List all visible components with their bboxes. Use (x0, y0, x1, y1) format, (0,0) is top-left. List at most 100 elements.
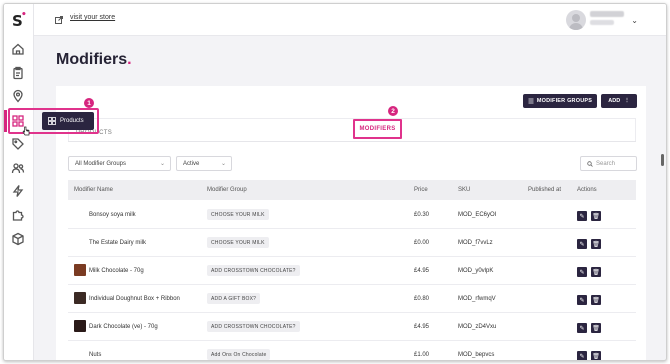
modifier-groups-button[interactable]: MODIFIER GROUPS (523, 94, 597, 108)
trash-icon[interactable]: 🗑 (591, 295, 601, 305)
modifier-sku: MOD_EC6yOI (458, 212, 497, 218)
tabs-container (68, 118, 636, 142)
edit-icon[interactable]: ✎ (577, 295, 587, 305)
user-name-blurred (590, 11, 624, 17)
modifier-group-tag: ADD CROSSTOWN CHOCOLATE? (207, 265, 300, 276)
status-filter[interactable]: Active ⌄ (176, 156, 232, 171)
users-icon[interactable] (11, 161, 25, 175)
modifier-name: The Estate Dairy milk (89, 240, 147, 246)
modifier-sku: MOD_rfwmqV (458, 296, 496, 302)
modifier-sku: MOD_f7vvLz (458, 240, 493, 246)
page-title: Modifiers. (56, 51, 132, 69)
scrollbar[interactable] (661, 154, 664, 166)
search-placeholder: Search (596, 160, 616, 167)
edit-icon[interactable]: ✎ (577, 267, 587, 277)
products-tooltip: Products (42, 112, 94, 130)
step-badge-1: 1 (84, 98, 94, 108)
cube-icon[interactable] (11, 232, 25, 246)
trash-icon[interactable]: 🗑 (591, 267, 601, 277)
modifier-price: £4.95 (414, 324, 430, 330)
sidebar: S • (4, 4, 34, 360)
modifier-sku: MOD_y0vlpK (458, 268, 494, 274)
edit-icon[interactable]: ✎ (577, 323, 587, 333)
more-vertical-icon: ⋮ (624, 98, 630, 104)
modifier-price: £4.95 (414, 268, 430, 274)
table-row[interactable]: Nuts Add Ons On Chocolate £1.00 MOD_bepv… (68, 341, 636, 360)
product-thumbnail (74, 292, 86, 304)
trash-icon[interactable]: 🗑 (591, 211, 601, 221)
edit-icon[interactable]: ✎ (577, 351, 587, 360)
trash-icon[interactable]: 🗑 (591, 323, 601, 333)
tab-modifiers-label: MODIFIERS (359, 126, 396, 132)
column-header-sku[interactable]: SKU (458, 187, 470, 193)
search-icon (587, 160, 593, 167)
modifier-group-filter[interactable]: All Modifier Groups ⌄ (68, 156, 171, 171)
modifier-group-tag: CHOOSE YOUR MILK (207, 209, 269, 220)
modifier-groups-label: MODIFIER GROUPS (536, 98, 593, 104)
products-grid-icon (48, 117, 56, 125)
column-header-actions: Actions (577, 187, 597, 193)
list-icon (528, 98, 534, 104)
tag-icon[interactable] (11, 137, 25, 151)
chevron-down-icon[interactable]: ⌄ (631, 16, 638, 25)
modifier-name: Bonsoy soya milk (89, 212, 136, 218)
product-thumbnail (74, 264, 86, 276)
logo-dot: • (21, 10, 27, 20)
modifier-group-tag: CHOOSE YOUR MILK (207, 237, 269, 248)
status-filter-value: Active (183, 160, 200, 167)
modifier-name: Individual Doughnut Box + Ribbon (89, 296, 180, 302)
search-input[interactable]: Search (580, 156, 637, 171)
tab-modifiers[interactable]: MODIFIERS (353, 119, 402, 139)
modifier-price: £1.00 (414, 352, 430, 358)
hand-cursor-icon (22, 126, 30, 136)
visit-store-link[interactable]: visit your store (70, 14, 115, 21)
modifier-name: Nuts (89, 352, 102, 358)
tooltip-label: Products (60, 118, 84, 124)
modifier-price: £0.30 (414, 212, 430, 218)
page-title-text: Modifiers (56, 51, 128, 68)
table-row[interactable]: The Estate Dairy milk CHOOSE YOUR MILK £… (68, 229, 636, 257)
active-nav-indicator (4, 110, 7, 132)
app-window: S • visit your store ⌄ Modifiers. MODIFI… (3, 3, 667, 361)
external-link-icon (55, 16, 63, 24)
top-bar: visit your store ⌄ (34, 4, 666, 36)
tabs-divider (68, 141, 636, 142)
clipboard-icon[interactable] (11, 66, 25, 80)
lightning-icon[interactable] (11, 184, 25, 198)
trash-icon[interactable]: 🗑 (591, 351, 601, 360)
modifier-group-tag: Add Ons On Chocolate (207, 349, 271, 360)
edit-icon[interactable]: ✎ (577, 211, 587, 221)
modifier-group-tag: ADD A GIFT BOX? (207, 293, 261, 304)
puzzle-icon[interactable] (11, 208, 25, 222)
table-header: Modifier Name Modifier Group Price SKU P… (68, 180, 636, 200)
title-dot: . (127, 51, 132, 68)
column-header-group[interactable]: Modifier Group (207, 187, 247, 193)
chevron-down-icon: ⌄ (220, 161, 226, 167)
product-thumbnail (74, 320, 86, 332)
modifier-name: Milk Chocolate - 70g (89, 268, 144, 274)
edit-icon[interactable]: ✎ (577, 239, 587, 249)
logo[interactable]: S • (12, 10, 27, 30)
add-button[interactable]: ADD ⋮ (601, 94, 637, 108)
column-header-published[interactable]: Published at (528, 187, 561, 193)
avatar[interactable] (566, 10, 586, 30)
table-row[interactable]: Milk Chocolate - 70g ADD CROSSTOWN CHOCO… (68, 257, 636, 285)
modifier-price: £0.80 (414, 296, 430, 302)
modifier-group-tag: ADD CROSSTOWN CHOCOLATE? (207, 321, 300, 332)
modifier-sku: MOD_zD4Vxu (458, 324, 497, 330)
table-row[interactable]: Bonsoy soya milk CHOOSE YOUR MILK £0.30 … (68, 201, 636, 229)
home-icon[interactable] (11, 42, 25, 56)
location-icon[interactable] (11, 89, 25, 103)
column-header-name[interactable]: Modifier Name (74, 187, 113, 193)
step-badge-2: 2 (388, 106, 398, 116)
trash-icon[interactable]: 🗑 (591, 239, 601, 249)
modifier-group-filter-value: All Modifier Groups (75, 160, 127, 167)
user-role-blurred (590, 20, 614, 25)
chevron-down-icon: ⌄ (159, 161, 165, 167)
modifier-price: £0.00 (414, 240, 430, 246)
table-row[interactable]: Individual Doughnut Box + Ribbon ADD A G… (68, 285, 636, 313)
add-label: ADD (608, 98, 621, 104)
table-row[interactable]: Dark Chocolate (ve) - 70g ADD CROSSTOWN … (68, 313, 636, 341)
column-header-price[interactable]: Price (414, 187, 428, 193)
modifier-name: Dark Chocolate (ve) - 70g (89, 324, 158, 330)
